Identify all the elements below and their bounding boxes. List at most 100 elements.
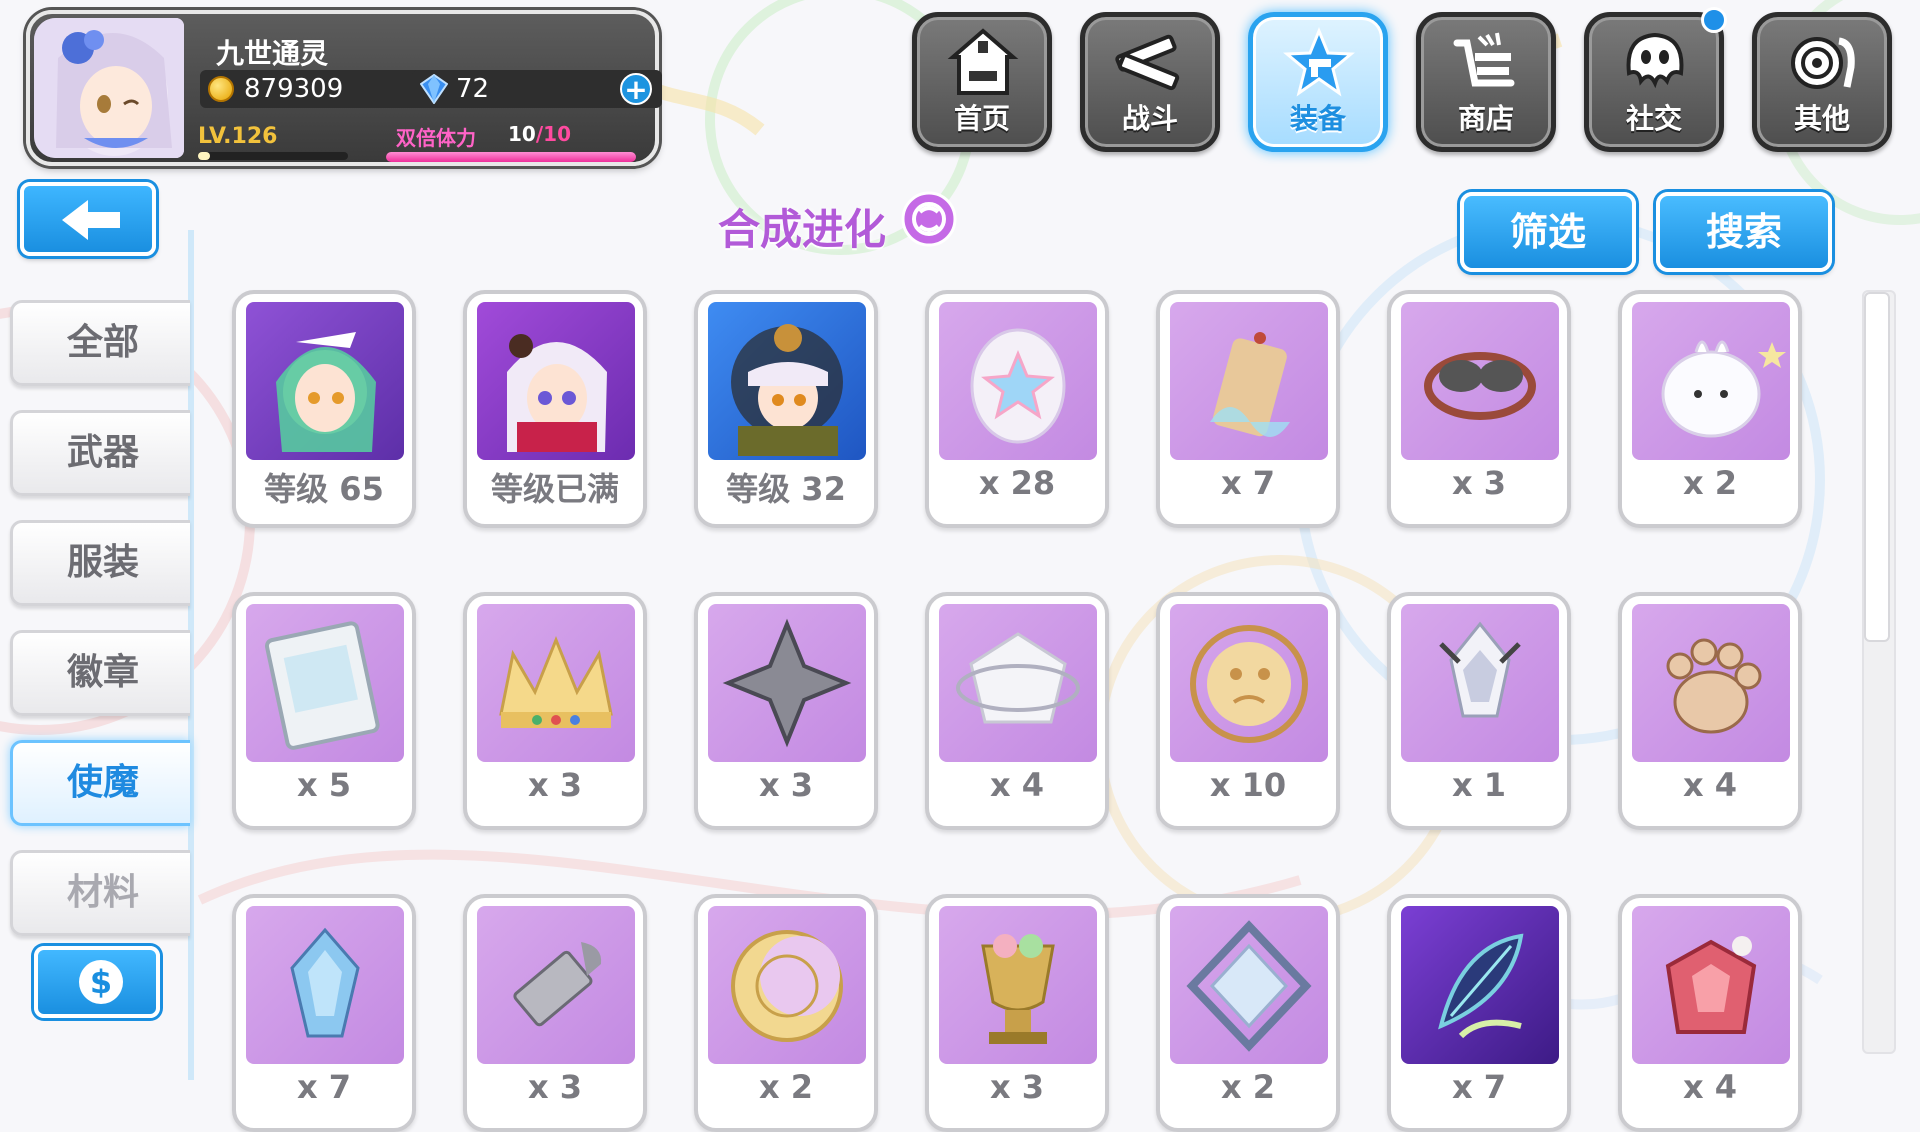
item-card[interactable]: x 3 [463, 894, 647, 1132]
item-card[interactable]: x 3 [925, 894, 1109, 1132]
item-card[interactable]: x 4 [925, 592, 1109, 830]
item-count: x 4 [1682, 766, 1738, 804]
item-card[interactable]: x 4 [1618, 592, 1802, 830]
bullet-icon [477, 906, 635, 1064]
item-count: x 10 [1209, 766, 1287, 804]
gold-coin-icon [208, 76, 234, 102]
item-card[interactable]: x 5 [232, 592, 416, 830]
gold-display: 879309 [200, 70, 430, 108]
item-count: x 7 [1451, 1068, 1507, 1106]
item-card[interactable]: x 7 [232, 894, 416, 1132]
stamina-bar-fill [386, 152, 636, 162]
search-button[interactable]: 搜索 [1656, 192, 1832, 272]
gem-icon [420, 74, 448, 104]
crossed-guns-icon [1115, 34, 1180, 91]
item-count: x 3 [758, 766, 814, 804]
item-card[interactable]: x 4 [1618, 894, 1802, 1132]
item-card[interactable]: x 7 [1387, 894, 1571, 1132]
item-count: x 2 [758, 1068, 814, 1106]
item-card[interactable]: x 7 [1156, 290, 1340, 528]
section-title: 合成进化 [718, 205, 887, 254]
currency-shop-button[interactable]: $ [34, 946, 160, 1018]
trophy-cup-icon [939, 906, 1097, 1064]
iron-cross-icon [708, 604, 866, 762]
stamina-current: 10 [508, 122, 536, 146]
nav-social-button[interactable]: 社交 [1584, 7, 1727, 152]
filter-button[interactable]: 筛选 [1460, 192, 1636, 272]
nav-equipment-button[interactable]: 装备 [1248, 12, 1388, 152]
crystal-frame-icon [1170, 906, 1328, 1064]
item-card[interactable]: 等级 65 [232, 290, 416, 528]
item-card[interactable]: 等级 32 [694, 290, 878, 528]
item-count: x 3 [527, 1068, 583, 1106]
social-notification-dot [1701, 7, 1727, 33]
scrollbar-thumb[interactable] [1864, 292, 1890, 642]
item-card[interactable]: x 10 [1156, 592, 1340, 830]
item-card[interactable]: x 28 [925, 290, 1109, 528]
player-avatar[interactable] [34, 18, 184, 158]
item-card[interactable]: x 2 [1618, 290, 1802, 528]
item-count: x 4 [1682, 1068, 1738, 1106]
dollar-icon: $ [79, 960, 123, 1004]
nav-battle-label: 战斗 [1121, 102, 1178, 135]
tab-materials[interactable]: 材料 [10, 850, 190, 936]
white-hair-girl-portrait [477, 302, 635, 460]
green-hair-girl-portrait [246, 302, 404, 460]
item-count: x 3 [527, 766, 583, 804]
back-button[interactable] [20, 182, 156, 256]
nav-other-button[interactable]: 其他 [1752, 12, 1892, 152]
exp-bar [198, 152, 348, 160]
item-card[interactable]: x 1 [1387, 592, 1571, 830]
nav-other-label: 其他 [1793, 102, 1850, 135]
dark-feather-icon [1401, 906, 1559, 1064]
item-count: x 28 [978, 464, 1056, 502]
tab-familiars[interactable]: 使魔 [10, 740, 190, 826]
item-card[interactable]: x 3 [1387, 290, 1571, 528]
item-card[interactable]: x 2 [694, 894, 878, 1132]
cart-icon [1453, 32, 1515, 87]
moon-emblem-icon [708, 906, 866, 1064]
item-count: x 7 [1220, 464, 1276, 502]
item-card[interactable]: x 2 [1156, 894, 1340, 1132]
item-card[interactable]: 等级已满 [463, 290, 647, 528]
nav-battle-button[interactable]: 战斗 [1080, 12, 1220, 152]
house-icon [947, 28, 1019, 95]
tab-weapons[interactable]: 武器 [10, 410, 190, 496]
item-count: x 5 [296, 766, 352, 804]
item-count: x 3 [1451, 464, 1507, 502]
player-panel: 九世通灵 879309 72 + LV.126 双倍体力 10/10 [26, 10, 662, 166]
star-gun-icon [1283, 27, 1355, 97]
white-cube-icon [939, 604, 1097, 762]
nav-equipment-label: 装备 [1289, 102, 1346, 135]
blue-crystal-icon [246, 906, 404, 1064]
nav-shop-button[interactable]: 商店 [1416, 12, 1556, 152]
tab-all[interactable]: 全部 [10, 300, 190, 386]
crystal-flower-icon [1401, 604, 1559, 762]
avatar-portrait-icon [34, 18, 184, 158]
star-egg-icon [939, 302, 1097, 460]
nav-home-label: 首页 [953, 102, 1010, 135]
stamina-bar [386, 152, 636, 162]
cookie-ring-icon [1170, 604, 1328, 762]
tab-badges[interactable]: 徽章 [10, 630, 190, 716]
red-gem-box-icon [1632, 906, 1790, 1064]
white-blob-icon [1632, 302, 1790, 460]
item-count: x 4 [989, 766, 1045, 804]
nav-home-button[interactable]: 首页 [912, 12, 1052, 152]
paw-icon [1632, 604, 1790, 762]
game-cartridge-icon [246, 604, 404, 762]
crown-icon [477, 604, 635, 762]
item-card[interactable]: x 3 [463, 592, 647, 830]
item-count: x 2 [1220, 1068, 1276, 1106]
item-card[interactable]: x 3 [694, 592, 878, 830]
add-gems-button[interactable]: + [620, 73, 652, 105]
evolve-icon[interactable] [900, 190, 958, 248]
tab-costumes[interactable]: 服装 [10, 520, 190, 606]
stamina-max: /10 [535, 122, 571, 146]
item-count: 等级已满 [490, 470, 619, 508]
item-count: x 3 [989, 1068, 1045, 1106]
nav-shop-label: 商店 [1457, 102, 1514, 135]
gem-value: 72 [456, 74, 490, 104]
goggles-girl-portrait [708, 302, 866, 460]
nav-social-label: 社交 [1625, 102, 1682, 135]
